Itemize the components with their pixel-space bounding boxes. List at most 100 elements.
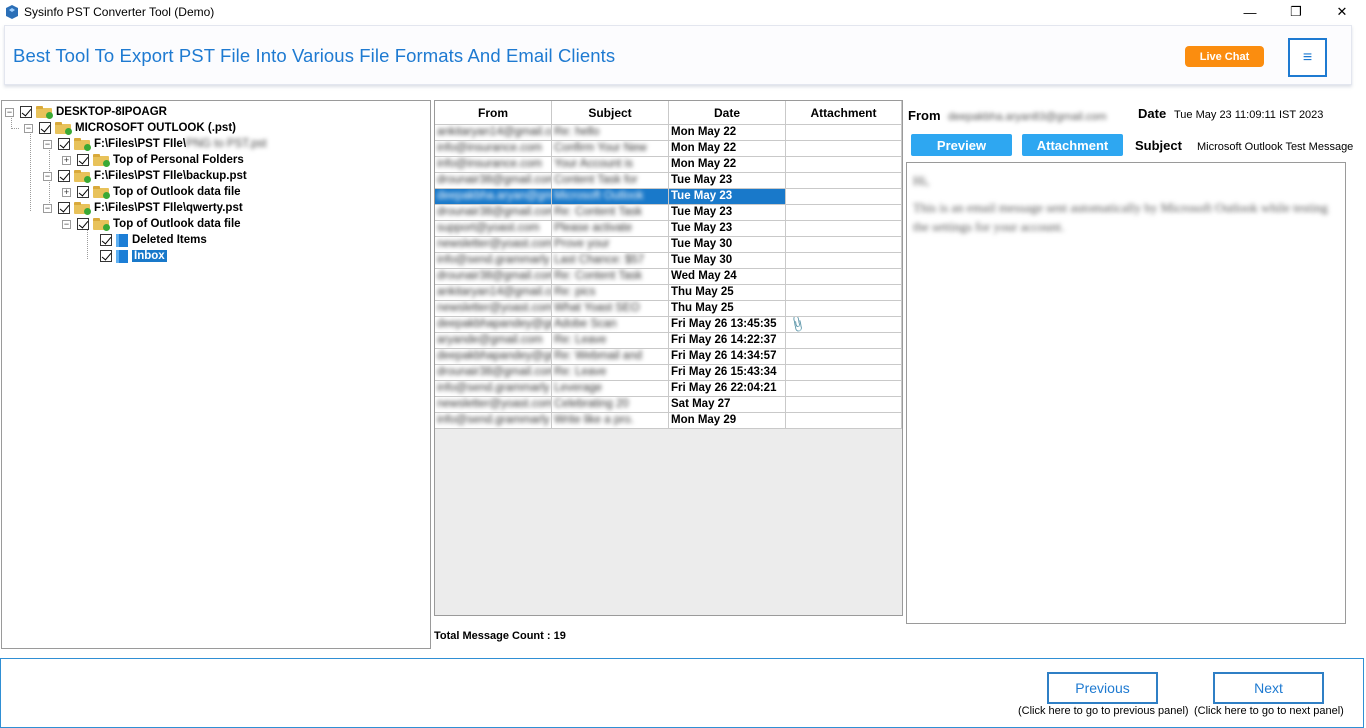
tree-node-pst-file-2[interactable]: − F:\Files\PST FIle\backup.pst — [43, 168, 247, 184]
folder-icon — [93, 218, 110, 231]
from-cell: newsletter@yoast.com — [435, 301, 552, 317]
checkbox[interactable] — [58, 138, 70, 150]
subject-cell: Re: Leave — [552, 365, 669, 381]
next-button[interactable]: Next — [1213, 672, 1324, 704]
attachment-cell — [786, 397, 902, 413]
checkbox[interactable] — [77, 154, 89, 166]
subject-label: Subject — [1135, 138, 1182, 153]
checkbox[interactable] — [100, 250, 112, 262]
folder-icon — [93, 154, 110, 167]
column-header-subject[interactable]: Subject — [552, 101, 669, 125]
table-row[interactable]: drounair38@gmail.com Re: Content Task Tue … — [435, 205, 902, 221]
subject-cell: Microsoft Outlook — [552, 189, 669, 205]
table-row[interactable]: drounair38@gmail.com Re: Content Task Wed … — [435, 269, 902, 285]
tree-node-top-outlook-1[interactable]: + Top of Outlook data file — [62, 184, 241, 200]
table-row[interactable]: newsletter@yoast.com Prove your Tue May 30 — [435, 237, 902, 253]
from-cell: support@yoast.com — [435, 221, 552, 237]
date-cell: Mon May 22 — [669, 125, 786, 141]
tree-node-top-personal[interactable]: + Top of Personal Folders — [62, 152, 244, 168]
column-header-attachment[interactable]: Attachment — [786, 101, 902, 125]
table-row[interactable]: info@insurance.com Confirm Your New Mon Ma… — [435, 141, 902, 157]
preview-panel: From deepakbha.aryan83@gmail.com Date Tu… — [906, 100, 1366, 630]
collapse-icon[interactable]: − — [24, 123, 33, 133]
table-row[interactable]: newsletter@yoast.com What Yoast SEO Thu Ma… — [435, 301, 902, 317]
attachment-cell — [786, 221, 902, 237]
tree-node-deleted-items[interactable]: Deleted Items — [100, 232, 207, 248]
table-row[interactable]: ankitaryan14@gmail.comRe: pics Thu May 25 — [435, 285, 902, 301]
from-cell: drounair38@gmail.com — [435, 365, 552, 381]
tree-node-outlook[interactable]: − MICROSOFT OUTLOOK (.pst) — [24, 120, 236, 136]
preview-tab-button[interactable]: Preview — [911, 134, 1012, 156]
restore-button[interactable]: ❐ — [1273, 0, 1319, 24]
subject-cell: Re: Content Task — [552, 205, 669, 221]
mail-folder-icon — [116, 249, 128, 263]
subject-cell: Re: hello — [552, 125, 669, 141]
checkbox[interactable] — [58, 170, 70, 182]
previous-button[interactable]: Previous — [1047, 672, 1158, 704]
table-row[interactable]: deepakbhapandey@gm Adobe Scan Fri May 26 1… — [435, 317, 902, 333]
folder-icon — [74, 170, 91, 183]
total-message-count: Total Message Count : 19 — [434, 630, 566, 642]
tree-node-pst-file-1[interactable]: − F:\Files\PST FIle\ PNG to PST.pst — [43, 136, 267, 152]
table-row[interactable]: info@send.grammarly Last Chance: $57 Tue M… — [435, 253, 902, 269]
from-cell-text: drounair38@gmail.com — [437, 366, 552, 378]
checkbox[interactable] — [77, 218, 89, 230]
footer-nav: Previous (Click here to go to previous p… — [0, 658, 1364, 728]
tree-node-desktop[interactable]: − DESKTOP-8IPOAGR — [5, 104, 167, 120]
subject-cell-text: Re: Content Task — [554, 270, 643, 282]
subject-cell-text: Re: Leave — [554, 366, 607, 378]
table-row[interactable]: info@send.grammarly Leverage Fri May 26 22… — [435, 381, 902, 397]
tree-node-top-outlook-2[interactable]: − Top of Outlook data file — [62, 216, 241, 232]
subject-cell-text: Re: pics — [554, 286, 596, 298]
expand-icon[interactable]: + — [62, 187, 71, 197]
table-row[interactable]: ankitaryan14@gmail.comRe: hello Mon May 2… — [435, 125, 902, 141]
attachment-cell — [786, 269, 902, 285]
minimize-button[interactable]: — — [1227, 0, 1273, 24]
expand-icon[interactable]: + — [62, 155, 71, 165]
column-header-date[interactable]: Date — [669, 101, 786, 125]
from-cell-text: newsletter@yoast.com — [437, 238, 552, 250]
date-cell: Fri May 26 13:45:35 — [669, 317, 786, 333]
message-body[interactable]: Hi, This is an email message sent automa… — [906, 162, 1346, 624]
subject-cell-text: Adobe Scan — [554, 318, 617, 330]
attachment-tab-button[interactable]: Attachment — [1022, 134, 1123, 156]
live-chat-button[interactable]: Live Chat — [1185, 46, 1264, 67]
collapse-icon[interactable]: − — [43, 139, 52, 149]
from-cell: newsletter@yoast.com — [435, 237, 552, 253]
tree-node-inbox[interactable]: Inbox — [100, 248, 167, 264]
table-row[interactable]: drounair38@gmail.com Content Task for Tue … — [435, 173, 902, 189]
tree-node-label: Top of Outlook data file — [113, 186, 241, 198]
table-row[interactable]: info@send.grammarly Write like a pro. Mon … — [435, 413, 902, 429]
from-cell: info@send.grammarly — [435, 253, 552, 269]
collapse-icon[interactable]: − — [5, 107, 14, 117]
table-row[interactable]: drounair38@gmail.com Re: Leave Fri May 26 … — [435, 365, 902, 381]
checkbox[interactable] — [39, 122, 51, 134]
subject-cell-text: Last Chance: $57 — [554, 254, 645, 266]
table-row[interactable]: info@insurance.com Your Account is Mon May… — [435, 157, 902, 173]
table-row[interactable]: deepakbhapandey@gm Re: Webmail and Fri May… — [435, 349, 902, 365]
from-cell-text: deepakbhapandey@gm — [437, 350, 552, 362]
table-row[interactable]: support@yoast.com Please activate Tue May … — [435, 221, 902, 237]
table-row[interactable]: aryande@gmail.com Re: Leave Fri May 26 14:… — [435, 333, 902, 349]
checkbox[interactable] — [100, 234, 112, 246]
from-cell: ankitaryan14@gmail.com — [435, 125, 552, 141]
attachment-cell — [786, 253, 902, 269]
table-row[interactable]: newsletter@yoast.com Celebrating 20 Sat Ma… — [435, 397, 902, 413]
attachment-cell — [786, 205, 902, 221]
grid-header: From Subject Date Attachment — [435, 101, 902, 125]
checkbox[interactable] — [58, 202, 70, 214]
subject-cell: Prove your — [552, 237, 669, 253]
close-button[interactable]: ✕ — [1319, 0, 1365, 24]
collapse-icon[interactable]: − — [62, 219, 71, 229]
hamburger-menu-icon[interactable]: ≡ — [1288, 38, 1327, 77]
folder-icon — [74, 202, 91, 215]
column-header-from[interactable]: From — [435, 101, 552, 125]
collapse-icon[interactable]: − — [43, 203, 52, 213]
checkbox[interactable] — [20, 106, 32, 118]
tree-node-pst-file-3[interactable]: − F:\Files\PST FIle\qwerty.pst — [43, 200, 243, 216]
checkbox[interactable] — [77, 186, 89, 198]
collapse-icon[interactable]: − — [43, 171, 52, 181]
subject-cell-text: Re: Webmail and — [554, 350, 642, 362]
mail-folder-icon — [116, 233, 128, 247]
table-row[interactable]: deepakbha.aryan@gmailMicrosoft Outlook Tu… — [435, 189, 902, 205]
